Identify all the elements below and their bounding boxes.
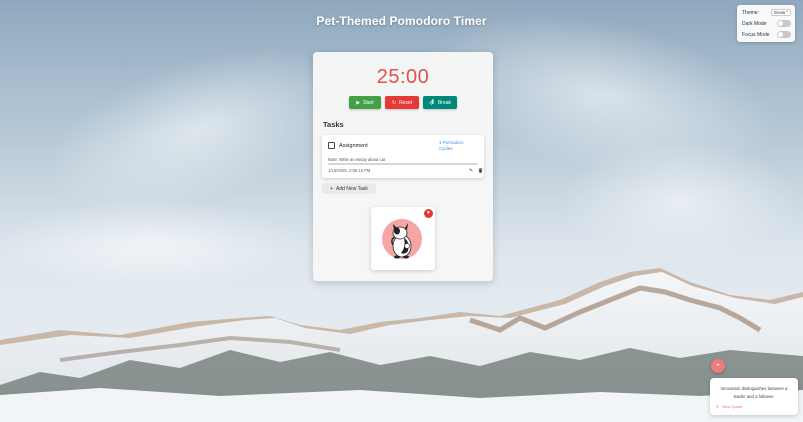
quote-toggle-button[interactable]: ❝ [711,359,725,373]
add-task-label: Add New Task [336,185,368,192]
play-icon: ▶ [356,99,361,106]
task-card: Assignment 1 Pomodoro Cycles Note: Write… [322,135,484,178]
theme-select[interactable]: Snow ⌃ [771,9,791,16]
pomodoro-unit: Cycles [439,146,453,151]
pomodoro-cycles: 1 Pomodoro Cycles [439,140,464,152]
task-timestamp: 1/15/2025, 2:55:18 PM [328,168,371,173]
reset-button[interactable]: ↻ Reset [385,96,419,109]
settings-panel: Theme: Snow ⌃ Dark Mode Focus Mode [737,5,795,42]
trash-icon[interactable] [478,168,483,175]
refresh-icon: ↻ [716,404,720,409]
app-title: Pet-Themed Pomodoro Timer [316,14,487,28]
refresh-icon: ↻ [391,99,397,106]
break-button[interactable]: Break [423,96,457,109]
reset-label: Reset [399,99,413,106]
quote-card: Innovation distinguishes between a leade… [710,378,798,415]
pencil-icon[interactable]: ✎ [469,168,473,174]
plus-icon: + [330,185,334,192]
task-name: Assignment [339,143,368,149]
focus-mode-label: Focus Mode [742,31,770,38]
chevron-down-icon: ⌃ [785,10,790,15]
new-quote-button[interactable]: ↻ New Quote [716,404,742,409]
add-task-button[interactable]: + Add New Task [322,183,376,194]
dark-mode-toggle[interactable] [777,20,791,27]
running-icon [429,98,435,107]
focus-mode-toggle[interactable] [777,31,791,38]
break-label: Break [437,99,452,106]
timer-display: 25:00 [376,66,430,88]
quote-icon: ❝ [716,363,720,370]
pet-image-frame: ♥ [371,207,435,270]
heart-icon[interactable]: ♥ [424,209,433,218]
task-note: Note: Write an essay about cat [328,157,386,162]
task-progress-bar [328,163,478,165]
tasks-heading: Tasks [323,120,344,129]
pomodoro-card: 25:00 ▶ Start ↻ Reset Break Tasks Assign… [313,52,493,281]
start-button[interactable]: ▶ Start [349,96,381,109]
start-label: Start [363,99,374,106]
task-checkbox[interactable] [328,142,335,149]
timer-controls: ▶ Start ↻ Reset Break [313,96,493,109]
theme-selected-value: Snow [774,10,786,15]
new-quote-label: New Quote [722,404,743,409]
quote-text: Innovation distinguishes between a leade… [720,386,788,399]
dark-mode-label: Dark Mode [742,20,767,27]
theme-label: Theme: [742,9,759,16]
